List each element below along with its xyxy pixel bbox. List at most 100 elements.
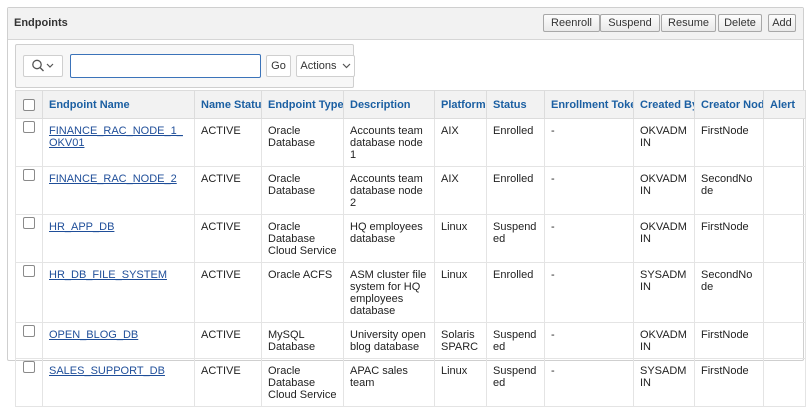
name-status-cell: ACTIVE (194, 118, 262, 167)
endpoint-type-cell: Oracle ACFS (261, 262, 344, 323)
column-header-endpoint-type[interactable]: Endpoint Type (261, 90, 344, 119)
add-button[interactable]: Add (768, 14, 796, 32)
enrollment-token-cell: - (544, 214, 634, 263)
creator-node-cell: FirstNode (694, 118, 764, 167)
row-checkbox[interactable] (23, 217, 35, 229)
alert-cell (763, 322, 806, 359)
platform-cell: Linux (434, 262, 487, 323)
platform-cell: AIX (434, 118, 487, 167)
creator-node-cell: FirstNode (694, 358, 764, 407)
row-select-cell (15, 358, 43, 407)
row-select-cell (15, 118, 43, 167)
row-checkbox[interactable] (23, 265, 35, 277)
region-title: Endpoints (14, 17, 68, 29)
status-cell: Suspended (486, 214, 545, 263)
table-row: HR_APP_DB ACTIVE Oracle Database Cloud S… (15, 214, 806, 263)
platform-cell: AIX (434, 166, 487, 215)
name-status-cell: ACTIVE (194, 214, 262, 263)
search-column-toggle[interactable] (23, 55, 63, 77)
row-select-cell (15, 262, 43, 323)
endpoint-type-cell: Oracle Database Cloud Service (261, 358, 344, 407)
created-by-cell: SYSADMIN (633, 358, 695, 407)
row-checkbox[interactable] (23, 361, 35, 373)
row-select-cell (15, 322, 43, 359)
column-header-created-by[interactable]: Created By (633, 90, 695, 119)
table-row: FINANCE_RAC_NODE_1_OKV01 ACTIVE Oracle D… (15, 118, 806, 167)
endpoint-name-cell: FINANCE_RAC_NODE_2 (42, 166, 195, 215)
name-status-cell: ACTIVE (194, 262, 262, 323)
delete-button[interactable]: Delete (718, 14, 762, 32)
select-all-cell (15, 90, 43, 119)
status-cell: Suspended (486, 358, 545, 407)
endpoint-type-cell: Oracle Database (261, 166, 344, 215)
endpoint-name-link[interactable]: FINANCE_RAC_NODE_1_OKV01 (49, 125, 183, 149)
enrollment-token-cell: - (544, 358, 634, 407)
row-checkbox[interactable] (23, 169, 35, 181)
endpoint-name-cell: HR_APP_DB (42, 214, 195, 263)
description-cell: Accounts team database node 1 (343, 118, 435, 167)
description-cell: HQ employees database (343, 214, 435, 263)
creator-node-cell: SecondNode (694, 166, 764, 215)
resume-button[interactable]: Resume (661, 14, 716, 32)
column-header-description[interactable]: Description (343, 90, 435, 119)
chevron-down-icon (46, 63, 54, 68)
row-select-cell (15, 214, 43, 263)
table-row: HR_DB_FILE_SYSTEM ACTIVE Oracle ACFS ASM… (15, 262, 806, 323)
actions-label: Actions (300, 60, 337, 72)
endpoint-name-link[interactable]: OPEN_BLOG_DB (49, 329, 138, 341)
status-cell: Enrolled (486, 118, 545, 167)
row-checkbox[interactable] (23, 121, 35, 133)
search-input[interactable] (70, 54, 261, 78)
name-status-cell: ACTIVE (194, 322, 262, 359)
name-status-cell: ACTIVE (194, 166, 262, 215)
enrollment-token-cell: - (544, 322, 634, 359)
created-by-cell: OKVADMIN (633, 118, 695, 167)
endpoint-name-cell: SALES_SUPPORT_DB (42, 358, 195, 407)
select-all-checkbox[interactable] (23, 98, 35, 111)
region-header: Endpoints Reenroll Suspend Resume Delete… (8, 8, 803, 40)
created-by-cell: OKVADMIN (633, 214, 695, 263)
endpoint-name-link[interactable]: HR_APP_DB (49, 221, 114, 233)
enrollment-token-cell: - (544, 118, 634, 167)
column-header-platform[interactable]: Platform (434, 90, 487, 119)
platform-cell: Linux (434, 358, 487, 407)
enrollment-token-cell: - (544, 166, 634, 215)
alert-cell (763, 118, 806, 167)
chevron-down-icon (342, 63, 350, 69)
endpoint-type-cell: Oracle Database Cloud Service (261, 214, 344, 263)
endpoint-name-cell: FINANCE_RAC_NODE_1_OKV01 (42, 118, 195, 167)
creator-node-cell: FirstNode (694, 322, 764, 359)
column-header-name-status[interactable]: Name Status (194, 90, 262, 119)
endpoints-region: Endpoints Reenroll Suspend Resume Delete… (7, 7, 806, 407)
column-header-enrollment-token[interactable]: Enrollment Token (544, 90, 634, 119)
platform-cell: Linux (434, 214, 487, 263)
table-row: FINANCE_RAC_NODE_2 ACTIVE Oracle Databas… (15, 166, 806, 215)
column-header-alert[interactable]: Alert (763, 90, 806, 119)
suspend-button[interactable]: Suspend (600, 14, 660, 32)
created-by-cell: OKVADMIN (633, 322, 695, 359)
endpoint-name-cell: OPEN_BLOG_DB (42, 322, 195, 359)
enrollment-token-cell: - (544, 262, 634, 323)
platform-cell: Solaris SPARC (434, 322, 487, 359)
go-button[interactable]: Go (266, 55, 291, 77)
created-by-cell: SYSADMIN (633, 262, 695, 323)
column-header-endpoint-name[interactable]: Endpoint Name (42, 90, 195, 119)
alert-cell (763, 214, 806, 263)
endpoint-name-link[interactable]: HR_DB_FILE_SYSTEM (49, 269, 167, 281)
creator-node-cell: FirstNode (694, 214, 764, 263)
description-cell: Accounts team database node 2 (343, 166, 435, 215)
alert-cell (763, 358, 806, 407)
column-header-status[interactable]: Status (486, 90, 545, 119)
description-cell: University open blog database (343, 322, 435, 359)
column-header-creator-node[interactable]: Creator Node (694, 90, 764, 119)
table-header-row: Endpoint Name Name Status Endpoint Type … (15, 90, 806, 119)
endpoint-type-cell: MySQL Database (261, 322, 344, 359)
endpoint-name-link[interactable]: FINANCE_RAC_NODE_2 (49, 173, 177, 185)
alert-cell (763, 262, 806, 323)
reenroll-button[interactable]: Reenroll (543, 14, 600, 32)
status-cell: Enrolled (486, 262, 545, 323)
row-checkbox[interactable] (23, 325, 35, 337)
actions-menu-button[interactable]: Actions (296, 55, 355, 77)
table-row: SALES_SUPPORT_DB ACTIVE Oracle Database … (15, 358, 806, 407)
endpoint-name-link[interactable]: SALES_SUPPORT_DB (49, 365, 165, 377)
